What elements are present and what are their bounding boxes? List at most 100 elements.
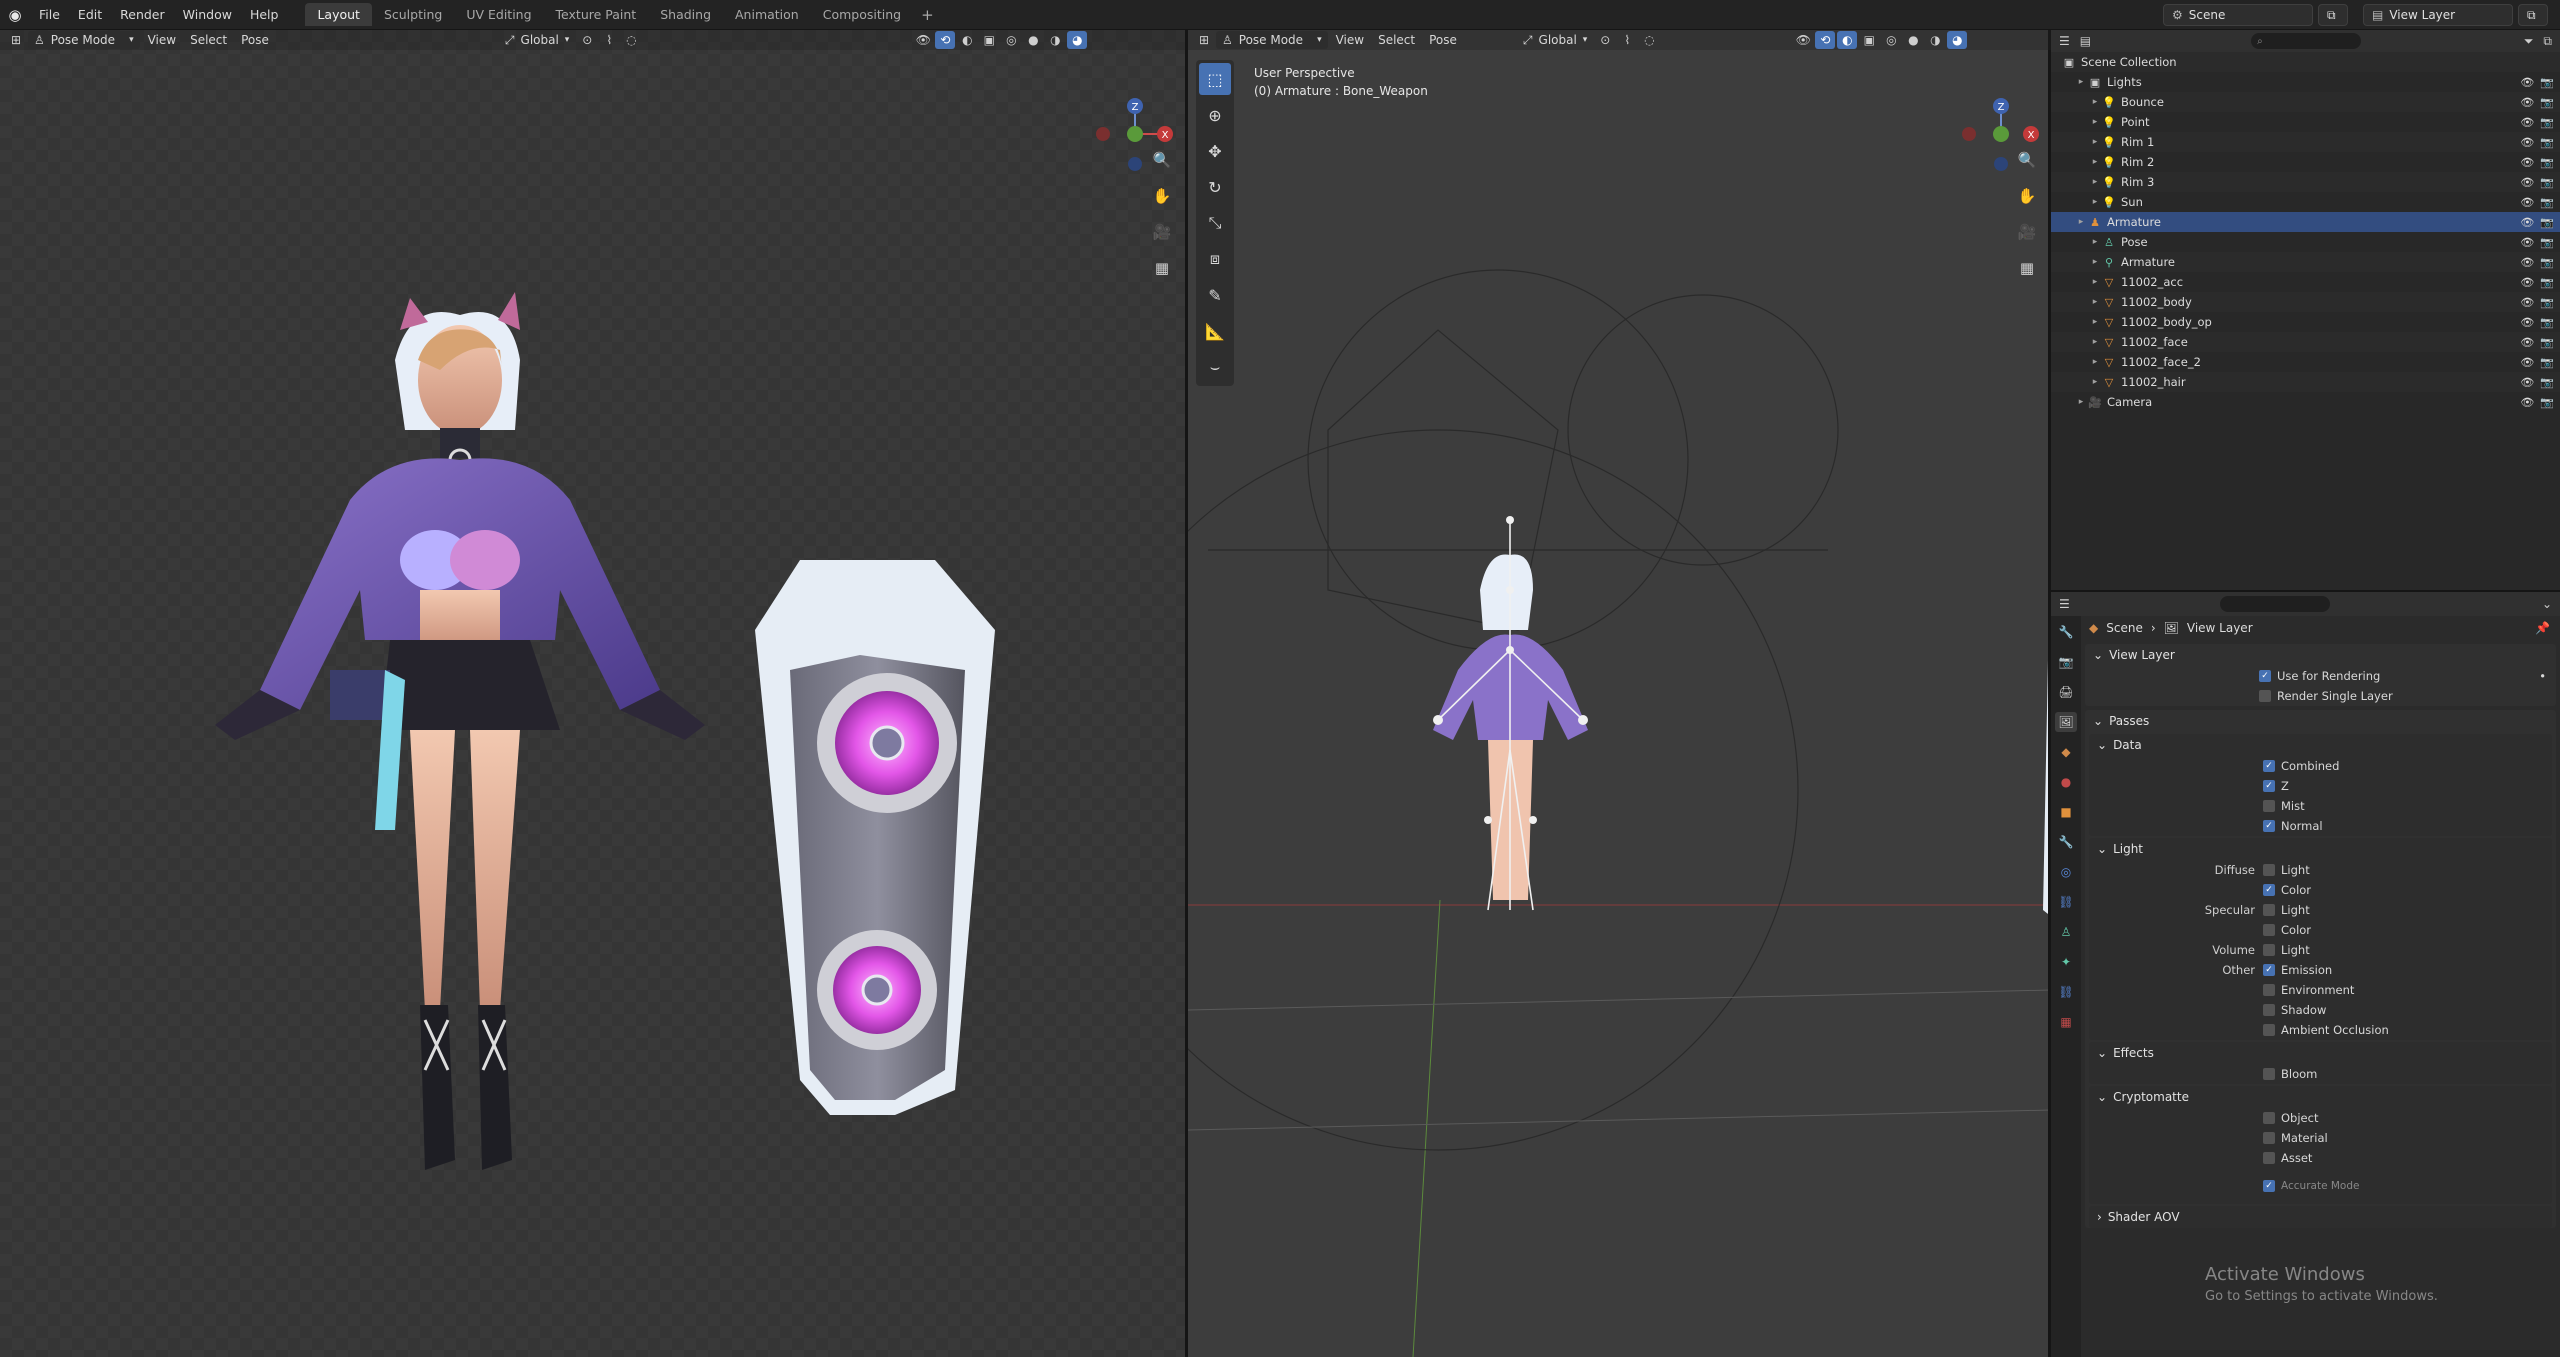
- disable-render-icon[interactable]: 📷: [2540, 176, 2554, 189]
- pass-checkbox[interactable]: [2263, 1024, 2275, 1036]
- editor-type-icon[interactable]: ☰: [2059, 597, 2070, 611]
- crypto-object-row[interactable]: Object: [2089, 1108, 2552, 1128]
- disable-render-icon[interactable]: 📷: [2540, 316, 2554, 329]
- editor-type-icon[interactable]: ⊞: [6, 31, 26, 49]
- outliner-row[interactable]: ▸ ▽ 11002_face 👁 📷: [2051, 332, 2560, 352]
- object-data-tab-icon[interactable]: ♙: [2055, 922, 2077, 942]
- visibility-icon[interactable]: 👁: [1793, 31, 1813, 49]
- hide-in-viewport-icon[interactable]: 👁: [2520, 156, 2534, 169]
- render-tab-icon[interactable]: 📷: [2055, 652, 2077, 672]
- physics-tab-icon[interactable]: ◎: [2055, 862, 2077, 882]
- use-for-rendering-checkbox[interactable]: ✓: [2259, 670, 2271, 682]
- crypto-asset-row[interactable]: Asset: [2089, 1148, 2552, 1168]
- expand-arrow-icon[interactable]: ▸: [2075, 217, 2087, 227]
- gizmo-toggle-icon[interactable]: ⟲: [935, 31, 956, 49]
- light-pass-row[interactable]: Other ✓ Emission: [2089, 960, 2552, 980]
- accurate-mode-row[interactable]: ✓ Accurate Mode: [2089, 1168, 2552, 1204]
- tool-tab-icon[interactable]: 🔧: [2055, 622, 2077, 642]
- scene-tab-icon[interactable]: ◆: [2055, 742, 2077, 762]
- data-subpanel-header[interactable]: ⌄ Data: [2089, 734, 2552, 756]
- menu-view[interactable]: View: [1330, 31, 1370, 49]
- disable-render-icon[interactable]: 📷: [2540, 296, 2554, 309]
- light-pass-row[interactable]: Specular Light: [2089, 900, 2552, 920]
- shader-aov-subpanel-header[interactable]: › Shader AOV: [2089, 1206, 2552, 1228]
- outliner-row-label[interactable]: Point: [2121, 115, 2150, 129]
- output-tab-icon[interactable]: 🖨: [2055, 682, 2077, 702]
- add-workspace-button[interactable]: +: [913, 6, 942, 24]
- cryptomatte-subpanel-header[interactable]: ⌄ Cryptomatte: [2089, 1086, 2552, 1108]
- hide-in-viewport-icon[interactable]: 👁: [2520, 76, 2534, 89]
- cursor-tool-icon[interactable]: ⊕: [1199, 99, 1231, 131]
- scene-selector[interactable]: ⚙ Scene: [2163, 4, 2313, 26]
- disable-render-icon[interactable]: 📷: [2540, 196, 2554, 209]
- disable-render-icon[interactable]: 📷: [2540, 276, 2554, 289]
- display-mode-icon[interactable]: ▤: [2080, 34, 2091, 48]
- bloom-checkbox[interactable]: [2263, 1068, 2275, 1080]
- outliner-row[interactable]: ▸ ▽ 11002_body_op 👁 📷: [2051, 312, 2560, 332]
- orientation-dropdown[interactable]: ⤢ Global ▾: [499, 31, 575, 49]
- hide-in-viewport-icon[interactable]: 👁: [2520, 356, 2534, 369]
- camera-view-icon[interactable]: 🎥: [2015, 220, 2039, 244]
- expand-arrow-icon[interactable]: ▸: [2089, 317, 2101, 327]
- light-pass-row[interactable]: Environment: [2089, 980, 2552, 1000]
- expand-arrow-icon[interactable]: ▸: [2075, 397, 2087, 407]
- menu-view[interactable]: View: [142, 31, 182, 49]
- hide-in-viewport-icon[interactable]: 👁: [2520, 376, 2534, 389]
- annotate-tool-icon[interactable]: ✎: [1199, 279, 1231, 311]
- world-tab-icon[interactable]: ●: [2055, 772, 2077, 792]
- effects-subpanel-header[interactable]: ⌄ Effects: [2089, 1042, 2552, 1064]
- pass-checkbox[interactable]: ✓: [2263, 780, 2275, 792]
- disable-render-icon[interactable]: 📷: [2540, 76, 2554, 89]
- outliner-row[interactable]: ▸ ▽ 11002_acc 👁 📷: [2051, 272, 2560, 292]
- outliner-row-label[interactable]: 11002_hair: [2121, 375, 2186, 389]
- outliner-search-input[interactable]: ⌕: [2251, 33, 2362, 49]
- outliner-row[interactable]: ▸ 💡 Sun 👁 📷: [2051, 192, 2560, 212]
- expand-arrow-icon[interactable]: ▸: [2089, 137, 2101, 147]
- disable-render-icon[interactable]: 📷: [2540, 116, 2554, 129]
- tab-shading[interactable]: Shading: [648, 3, 723, 26]
- snap-icon[interactable]: ⌇: [599, 31, 619, 49]
- select-box-tool-icon[interactable]: ⬚: [1199, 63, 1231, 95]
- proportional-icon[interactable]: ◌: [1639, 31, 1659, 49]
- disable-render-icon[interactable]: 📷: [2540, 156, 2554, 169]
- pivot-icon[interactable]: ⊙: [1595, 31, 1615, 49]
- grid-view-icon[interactable]: ▦: [2015, 256, 2039, 280]
- hide-in-viewport-icon[interactable]: 👁: [2520, 296, 2534, 309]
- crypto-asset-checkbox[interactable]: [2263, 1152, 2275, 1164]
- expand-arrow-icon[interactable]: ▸: [2089, 357, 2101, 367]
- expand-arrow-icon[interactable]: ▸: [2089, 237, 2101, 247]
- hide-in-viewport-icon[interactable]: 👁: [2520, 136, 2534, 149]
- outliner-row-label[interactable]: Sun: [2121, 195, 2143, 209]
- pivot-icon[interactable]: ⊙: [577, 31, 597, 49]
- tab-texture-paint[interactable]: Texture Paint: [544, 3, 649, 26]
- hide-in-viewport-icon[interactable]: 👁: [2520, 316, 2534, 329]
- expand-arrow-icon[interactable]: ▸: [2089, 97, 2101, 107]
- accurate-mode-checkbox[interactable]: ✓: [2263, 1180, 2275, 1192]
- mode-dropdown[interactable]: ♙ Pose Mode ▾: [28, 31, 140, 49]
- expand-arrow-icon[interactable]: ▸: [2075, 77, 2087, 87]
- transform-tool-icon[interactable]: ⧈: [1199, 243, 1231, 275]
- material-shading-icon[interactable]: ◑: [1045, 31, 1065, 49]
- zoom-icon[interactable]: 🔍: [1150, 148, 1174, 172]
- light-pass-row[interactable]: Diffuse Light: [2089, 860, 2552, 880]
- outliner-row[interactable]: ▸ 💡 Rim 3 👁 📷: [2051, 172, 2560, 192]
- disable-render-icon[interactable]: 📷: [2540, 236, 2554, 249]
- data-pass-row[interactable]: ✓ Z: [2089, 776, 2552, 796]
- rendered-shading-icon[interactable]: ◕: [1947, 31, 1968, 49]
- xray-icon[interactable]: ▣: [1859, 31, 1879, 49]
- scale-tool-icon[interactable]: ⤡: [1199, 207, 1231, 239]
- visibility-icon[interactable]: 👁: [913, 31, 933, 49]
- outliner-row-label[interactable]: 11002_acc: [2121, 275, 2183, 289]
- expand-arrow-icon[interactable]: ▸: [2089, 117, 2101, 127]
- solid-shading-icon[interactable]: ●: [1023, 31, 1043, 49]
- expand-arrow-icon[interactable]: ▸: [2089, 257, 2101, 267]
- viewport-right[interactable]: ⊞ ♙ Pose Mode ▾ View Select Pose ⤢ Global ▾ …: [1188, 30, 2051, 1357]
- solid-shading-icon[interactable]: ●: [1903, 31, 1923, 49]
- hide-in-viewport-icon[interactable]: 👁: [2520, 276, 2534, 289]
- orientation-dropdown[interactable]: ⤢ Global ▾: [1517, 31, 1593, 49]
- new-scene-button[interactable]: ⧉: [2318, 4, 2348, 26]
- outliner-row[interactable]: ▸ ⚲ Armature 👁 📷: [2051, 252, 2560, 272]
- outliner-row[interactable]: ▸ 🎥 Camera 👁 📷: [2051, 392, 2560, 412]
- expand-arrow-icon[interactable]: ▸: [2089, 337, 2101, 347]
- wireframe-shading-icon[interactable]: ◎: [1881, 31, 1901, 49]
